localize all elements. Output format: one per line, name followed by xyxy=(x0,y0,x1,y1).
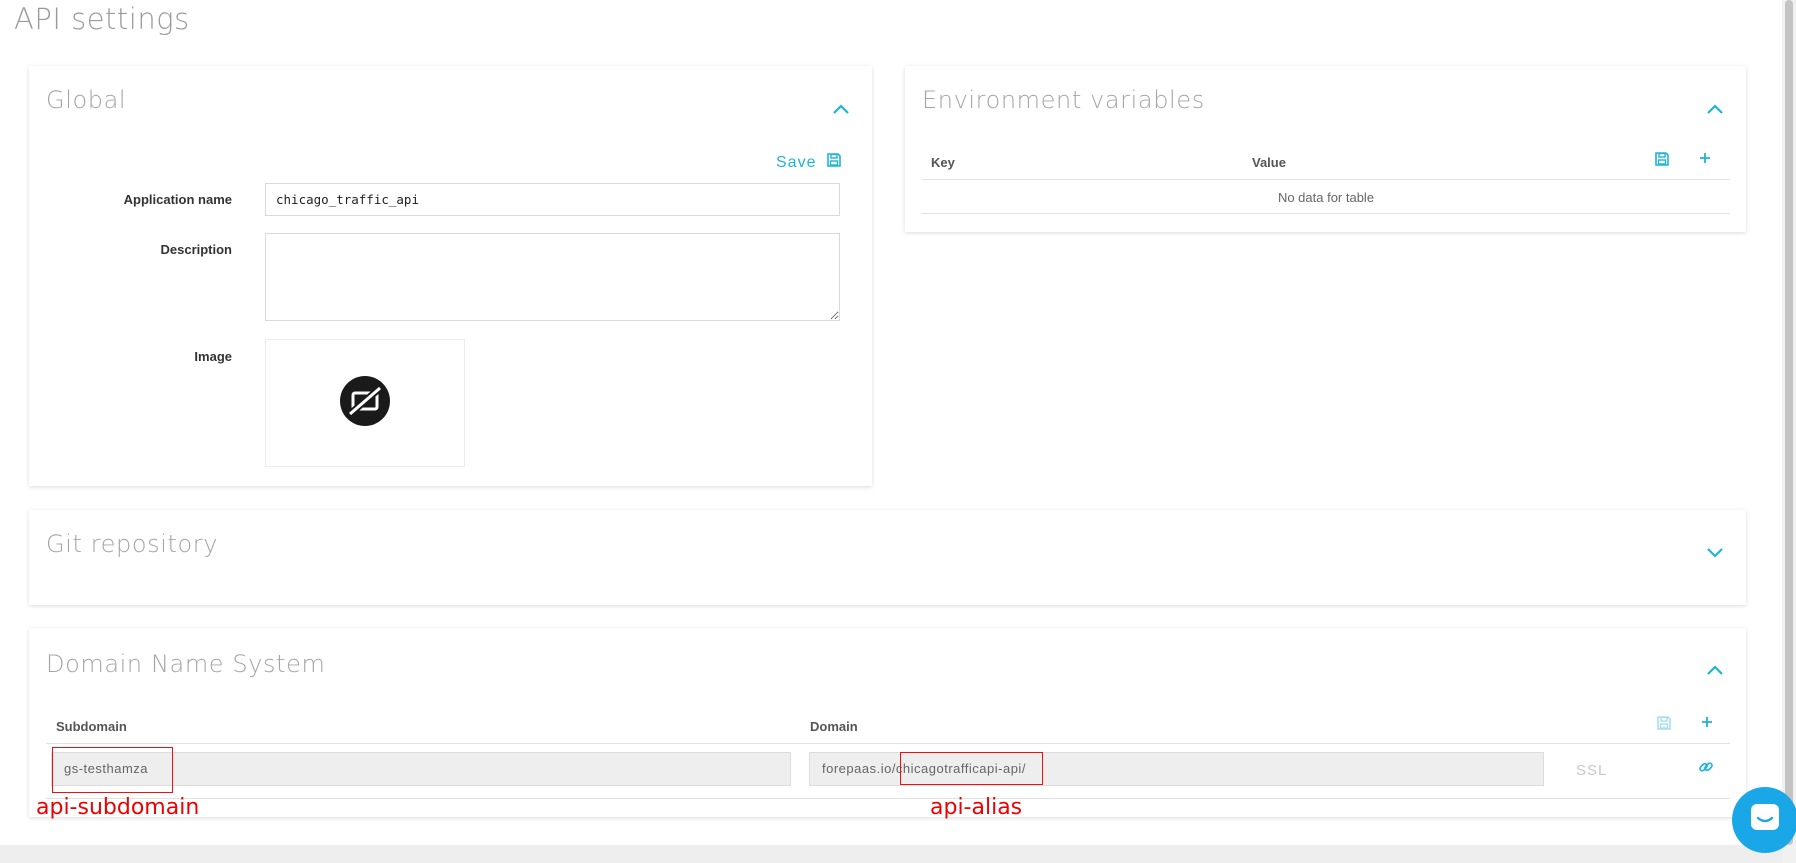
dns-header-divider xyxy=(46,743,1730,744)
chevron-up-icon xyxy=(832,103,850,115)
environment-variables-title: Environment variables xyxy=(922,86,1205,114)
scrollbar-thumb[interactable] xyxy=(1785,0,1793,845)
collapse-global-button[interactable] xyxy=(832,103,850,115)
plus-icon xyxy=(1698,151,1712,170)
plus-icon xyxy=(1700,715,1714,734)
git-repository-title: Git repository xyxy=(46,530,219,558)
env-header-divider xyxy=(922,179,1730,180)
vertical-scrollbar[interactable] xyxy=(1782,0,1796,863)
save-icon xyxy=(826,152,842,173)
add-dns-button[interactable] xyxy=(1697,714,1717,734)
chat-launcher-button[interactable] xyxy=(1732,787,1796,853)
chevron-up-icon xyxy=(1706,664,1724,676)
dns-column-subdomain: Subdomain xyxy=(56,719,127,734)
subdomain-annotation-label: api-subdomain xyxy=(36,795,200,820)
global-panel: Global Save Application name Description… xyxy=(29,66,872,486)
dns-row-divider xyxy=(46,798,1730,799)
ssl-label: SSL xyxy=(1576,762,1608,779)
save-global-button[interactable]: Save xyxy=(776,152,842,173)
expand-git-button[interactable] xyxy=(1706,546,1724,558)
open-link-button[interactable] xyxy=(1696,759,1716,779)
env-column-value: Value xyxy=(1252,155,1286,170)
description-textarea[interactable] xyxy=(265,233,840,321)
page-footer-strip xyxy=(0,845,1796,863)
page-title: API settings xyxy=(14,2,190,36)
collapse-env-button[interactable] xyxy=(1706,103,1724,115)
chevron-down-icon xyxy=(1706,546,1724,558)
no-image-icon xyxy=(338,374,392,433)
alias-annotation-label: api-alias xyxy=(930,795,1023,820)
env-empty-message: No data for table xyxy=(1277,190,1375,205)
link-icon xyxy=(1698,759,1714,780)
alias-annotation-box xyxy=(900,752,1043,785)
application-name-input[interactable] xyxy=(265,183,840,216)
save-label: Save xyxy=(776,153,817,171)
environment-variables-panel: Environment variables Key Value No data … xyxy=(905,66,1746,232)
chevron-up-icon xyxy=(1706,103,1724,115)
application-name-label: Application name xyxy=(123,192,232,207)
domain-name-system-panel: Domain Name System Subdomain Domain gs-t… xyxy=(29,628,1746,817)
subdomain-annotation-box xyxy=(52,747,173,793)
save-dns-button[interactable] xyxy=(1654,715,1674,735)
save-icon xyxy=(1656,715,1672,736)
description-label: Description xyxy=(160,242,232,257)
add-env-variable-button[interactable] xyxy=(1695,150,1715,170)
git-repository-panel: Git repository xyxy=(29,510,1746,605)
image-upload[interactable] xyxy=(265,339,465,467)
save-env-button[interactable] xyxy=(1652,151,1672,171)
image-label: Image xyxy=(194,349,232,364)
domain-name-system-title: Domain Name System xyxy=(46,650,326,678)
save-icon xyxy=(1654,151,1670,172)
chat-icon xyxy=(1748,801,1782,840)
global-panel-title: Global xyxy=(46,86,127,114)
env-footer-divider xyxy=(922,213,1730,214)
env-column-key: Key xyxy=(931,155,955,170)
collapse-dns-button[interactable] xyxy=(1706,664,1724,676)
dns-column-domain: Domain xyxy=(810,719,858,734)
